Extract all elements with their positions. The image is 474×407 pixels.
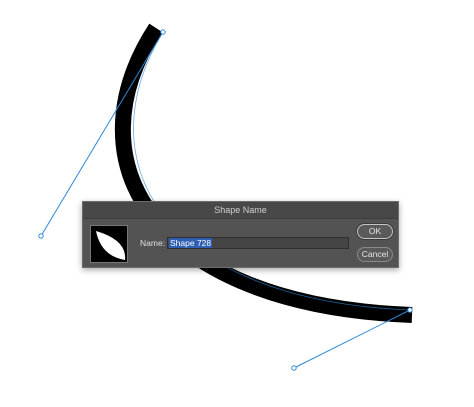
path-outline [133,31,411,311]
anchor-point-top[interactable] [160,29,166,35]
shape-name-dialog: Shape Name Name: Shape 728 OK Cancel [82,201,399,268]
anchor-point-bottom[interactable] [407,307,413,313]
bezier-handle-line-bottom [293,309,411,369]
ok-button[interactable]: OK [357,224,393,239]
dialog-title: Shape Name [83,202,398,219]
handle-point-left[interactable] [38,233,44,239]
shape-preview-icon [96,231,126,260]
name-label: Name: [140,238,166,248]
name-input-value: Shape 728 [169,238,213,248]
name-input[interactable]: Shape 728 [167,237,349,249]
curved-shape-stroke[interactable] [114,23,413,323]
handle-point-bottom[interactable] [291,365,297,371]
shape-thumbnail [90,225,128,263]
cancel-button[interactable]: Cancel [357,247,393,262]
